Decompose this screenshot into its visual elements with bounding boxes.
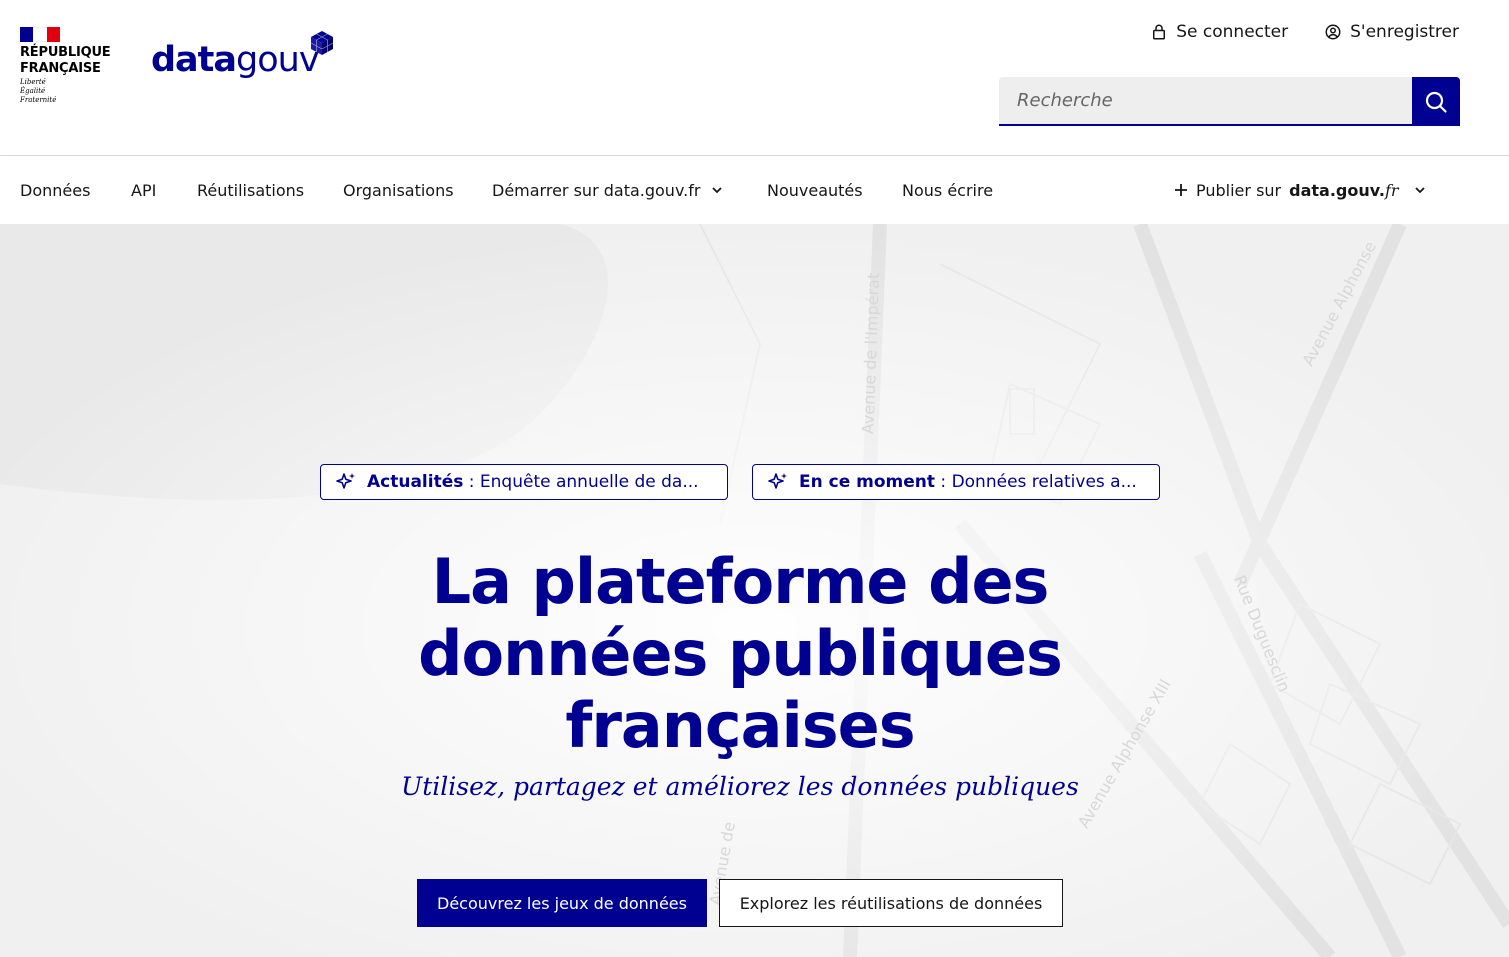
tag-text: : Données relatives a... [935, 472, 1137, 492]
logo-gouv-text: gouv [236, 40, 320, 80]
chevron-down-icon [712, 187, 723, 194]
nav-label: Réutilisations [197, 180, 305, 200]
nav-label: Données [20, 180, 91, 200]
sparkle-icon [336, 473, 355, 489]
nav-item-demarrer[interactable]: Démarrer sur data.gouv.fr [492, 156, 724, 224]
publish-menu[interactable]: Publier sur data.gouv.fr [1174, 156, 1427, 224]
discover-datasets-button[interactable]: Découvrez les jeux de données [417, 879, 707, 927]
nav-label: Nous écrire [902, 180, 994, 200]
hero-subtitle: Utilisez, partagez et améliorez les donn… [401, 772, 1079, 801]
publish-prefix: Publier sur [1196, 180, 1282, 200]
publish-brand: data.gouv. [1289, 180, 1385, 200]
nav-item-nouveautes[interactable]: Nouveautés [767, 156, 863, 224]
search-icon [1425, 91, 1447, 113]
main-navigation: Données API Réutilisations Organisations… [0, 156, 1509, 224]
republic-name: RÉPUBLIQUE FRANÇAISE [20, 45, 120, 77]
explore-reuses-button[interactable]: Explorez les réutilisations de données [719, 879, 1063, 927]
motto-egalite: Égalité [20, 87, 46, 95]
news-tags: Actualités : Enquête annuelle de da... E… [320, 464, 1160, 500]
motto-fraternite: Fraternité [20, 96, 57, 104]
news-tag-en-ce-moment[interactable]: En ce moment : Données relatives a... [752, 464, 1160, 500]
cube-icon [310, 31, 334, 55]
nav-label: API [131, 180, 157, 200]
hero-title-line: La plateforme des [431, 545, 1050, 618]
nav-item-nous-ecrire[interactable]: Nous écrire [902, 156, 993, 224]
tag-text: : Enquête annuelle de da... [463, 472, 699, 492]
search-bar [999, 77, 1460, 126]
news-tag-actualites[interactable]: Actualités : Enquête annuelle de da... [320, 464, 728, 500]
register-label: S'enregistrer [1350, 22, 1459, 42]
republic-line-1: RÉPUBLIQUE [20, 45, 111, 60]
hero-title-line: données publiques [418, 617, 1063, 690]
plus-icon [1175, 184, 1187, 196]
register-link[interactable]: S'enregistrer [1324, 22, 1459, 42]
nav-label: Nouveautés [767, 180, 863, 200]
account-circle-icon [1325, 24, 1341, 40]
flag-icon [20, 27, 60, 42]
nav-item-donnees[interactable]: Données [20, 156, 90, 224]
login-link[interactable]: Se connecter [1150, 22, 1288, 42]
lock-icon [1153, 24, 1166, 40]
search-button[interactable] [1412, 77, 1460, 126]
publish-tld: fr [1384, 180, 1399, 200]
nav-item-reutilisations[interactable]: Réutilisations [197, 156, 304, 224]
tag-bold-label: Actualités [367, 472, 464, 492]
datagouv-logo[interactable]: datagouv [151, 40, 320, 80]
motto-liberte: Liberté [20, 78, 46, 86]
hero-title: La plateforme des données publiques fran… [320, 546, 1160, 762]
nav-item-organisations[interactable]: Organisations [343, 156, 454, 224]
nav-label: Organisations [343, 180, 454, 200]
logo-data-text: data [151, 40, 237, 80]
republic-motto: Liberté Égalité Fraternité [20, 78, 120, 105]
nav-label: Démarrer sur data.gouv.fr [492, 180, 701, 200]
site-header: RÉPUBLIQUE FRANÇAISE Liberté Égalité Fra… [0, 0, 1509, 156]
tag-bold-label: En ce moment [799, 472, 936, 492]
republique-francaise-logo[interactable]: RÉPUBLIQUE FRANÇAISE Liberté Égalité Fra… [20, 27, 120, 105]
nav-item-api[interactable]: API [131, 156, 156, 224]
chevron-down-icon [1414, 187, 1425, 194]
hero-section: Avenue de l'Impérat Avenue Alphonse Rue … [0, 224, 1509, 957]
hero-title-line: françaises [565, 689, 915, 762]
search-input[interactable] [999, 77, 1412, 126]
login-label: Se connecter [1176, 22, 1289, 42]
republic-line-2: FRANÇAISE [20, 61, 101, 76]
header-tools: Se connecter S'enregistrer [1150, 22, 1459, 42]
sparkle-icon [768, 473, 787, 489]
